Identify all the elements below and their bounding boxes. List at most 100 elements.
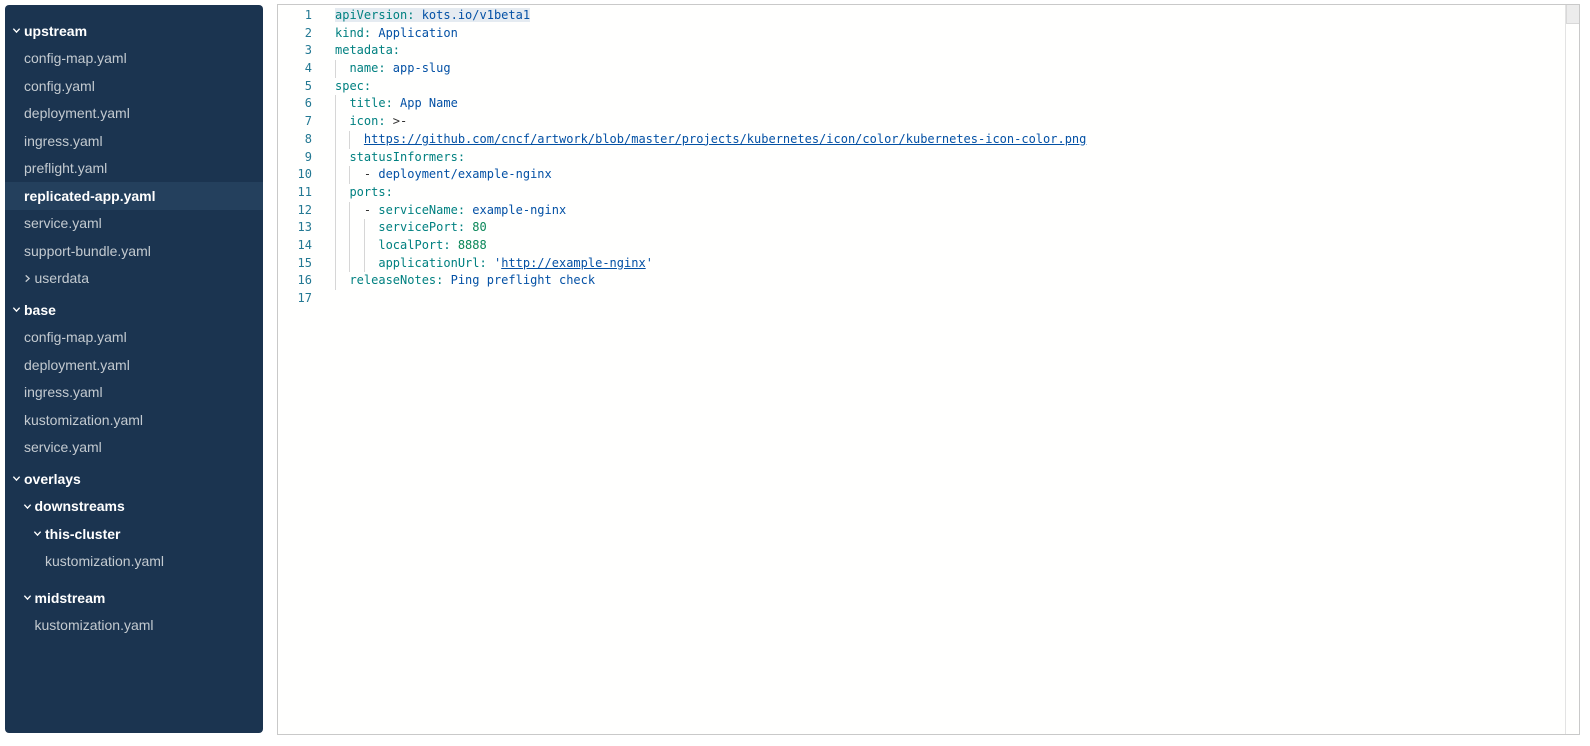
code-line[interactable]: 16 releaseNotes: Ping preflight check (278, 272, 1579, 290)
code-token: kots.io/v1beta1 (414, 8, 530, 22)
line-number: 17 (278, 290, 312, 308)
line-number: 10 (278, 166, 312, 184)
code-token (335, 185, 349, 199)
line-number: 13 (278, 219, 312, 237)
tree-item-upstream[interactable]: upstream (5, 17, 263, 45)
tree-item-preflight-yaml[interactable]: preflight.yaml (5, 155, 263, 183)
tree-item-deployment-yaml[interactable]: deployment.yaml (5, 351, 263, 379)
code-token (335, 273, 349, 287)
tree-item-support-bundle-yaml[interactable]: support-bundle.yaml (5, 237, 263, 265)
code-line[interactable]: 12 - serviceName: example-nginx (278, 202, 1579, 220)
tree-item-kustomization-yaml[interactable]: kustomization.yaml (5, 612, 263, 640)
file-label: replicated-app.yaml (24, 188, 156, 204)
file-label: kustomization.yaml (24, 412, 143, 428)
folder-label: userdata (35, 270, 89, 286)
file-tree-sidebar: upstreamconfig-map.yamlconfig.yamldeploy… (5, 5, 263, 733)
tree-item-service-yaml[interactable]: service.yaml (5, 434, 263, 462)
code-token: >- (386, 114, 408, 128)
tree-item-config-map-yaml[interactable]: config-map.yaml (5, 45, 263, 73)
chevron-down-icon[interactable] (12, 305, 24, 314)
tree-item-ingress-yaml[interactable]: ingress.yaml (5, 127, 263, 155)
code-token: icon: (349, 114, 385, 128)
scrollbar-selection-marker[interactable] (1566, 5, 1579, 24)
code-token: ' (646, 256, 653, 270)
code-token: releaseNotes: (349, 273, 443, 287)
code-line[interactable]: 3metadata: (278, 42, 1579, 60)
code-line[interactable]: 4 name: app-slug (278, 60, 1579, 78)
tree-item-base[interactable]: base (5, 296, 263, 324)
code-line[interactable]: 13 servicePort: 80 (278, 219, 1579, 237)
line-number: 2 (278, 25, 312, 43)
line-number: 4 (278, 60, 312, 78)
line-number: 7 (278, 113, 312, 131)
tree-item-kustomization-yaml[interactable]: kustomization.yaml (5, 406, 263, 434)
tree-item-config-map-yaml[interactable]: config-map.yaml (5, 324, 263, 352)
url-link[interactable]: http://example-nginx (501, 256, 646, 270)
selected-text: apiVersion: kots.io/v1beta1 (335, 8, 530, 22)
folder-label: this-cluster (45, 526, 120, 542)
code-token: metadata: (335, 43, 400, 57)
code-line[interactable]: 5 spec: (278, 78, 1579, 96)
tree-item-this-cluster[interactable]: this-cluster (5, 520, 263, 548)
tree-item-kustomization-yaml[interactable]: kustomization.yaml (5, 548, 263, 576)
yaml-editor[interactable]: 1apiVersion: kots.io/v1beta12kind: Appli… (277, 4, 1580, 735)
line-number: 11 (278, 184, 312, 202)
tree-item-deployment-yaml[interactable]: deployment.yaml (5, 100, 263, 128)
code-line[interactable]: 2kind: Application (278, 25, 1579, 43)
code-token: - (364, 203, 378, 217)
code-token (335, 238, 378, 252)
code-token: kind: (335, 26, 371, 40)
code-token (335, 203, 364, 217)
line-number: 15 (278, 255, 312, 273)
code-token: spec: (335, 79, 371, 93)
folder-label: upstream (24, 23, 87, 39)
tree-item-downstreams[interactable]: downstreams (5, 493, 263, 521)
tree-item-ingress-yaml[interactable]: ingress.yaml (5, 379, 263, 407)
tree-item-replicated-app-yaml[interactable]: replicated-app.yaml (5, 182, 263, 210)
tree-item-config-yaml[interactable]: config.yaml (5, 72, 263, 100)
code-token: name: (349, 61, 385, 75)
code-token (335, 150, 349, 164)
code-token (335, 256, 378, 270)
code-line[interactable]: 14 localPort: 8888 (278, 237, 1579, 255)
code-token (335, 167, 364, 181)
code-token (335, 96, 349, 110)
code-token: servicePort: (378, 220, 465, 234)
code-token: App Name (393, 96, 458, 110)
chevron-down-icon[interactable] (23, 502, 35, 511)
url-link[interactable]: https://github.com/cncf/artwork/blob/mas… (364, 132, 1086, 146)
scrollbar-separator (1565, 5, 1566, 734)
chevron-down-icon[interactable] (12, 474, 24, 483)
file-label: kustomization.yaml (35, 617, 154, 633)
line-number: 12 (278, 202, 312, 220)
code-line[interactable]: 8 https://github.com/cncf/artwork/blob/m… (278, 131, 1579, 149)
line-number: 5 (278, 78, 312, 96)
chevron-down-icon[interactable] (23, 593, 35, 602)
tree-item-service-yaml[interactable]: service.yaml (5, 210, 263, 238)
file-label: deployment.yaml (24, 105, 130, 121)
code-line[interactable]: 9 statusInformers: (278, 149, 1579, 167)
code-token (335, 132, 364, 146)
chevron-down-icon[interactable] (33, 529, 45, 538)
tree-item-midstream[interactable]: midstream (5, 584, 263, 612)
file-label: config-map.yaml (24, 329, 127, 345)
code-token (335, 61, 349, 75)
code-line[interactable]: 15 applicationUrl: 'http://example-nginx… (278, 255, 1579, 273)
file-label: service.yaml (24, 215, 102, 231)
code-line[interactable]: 1apiVersion: kots.io/v1beta1 (278, 7, 1579, 25)
code-line[interactable]: 6 title: App Name (278, 95, 1579, 113)
file-label: ingress.yaml (24, 384, 103, 400)
code-token: statusInformers: (349, 150, 465, 164)
code-line[interactable]: 17 (278, 290, 1579, 308)
tree-item-overlays[interactable]: overlays (5, 465, 263, 493)
code-token: ' (487, 256, 501, 270)
chevron-down-icon[interactable] (12, 26, 24, 35)
code-line[interactable]: 7 icon: >- (278, 113, 1579, 131)
folder-label: overlays (24, 471, 81, 487)
tree-item-userdata[interactable]: userdata (5, 265, 263, 293)
chevron-right-icon[interactable] (23, 274, 35, 283)
file-label: support-bundle.yaml (24, 243, 151, 259)
code-line[interactable]: 11 ports: (278, 184, 1579, 202)
code-line[interactable]: 10 - deployment/example-nginx (278, 166, 1579, 184)
code-content[interactable]: 1apiVersion: kots.io/v1beta12kind: Appli… (278, 5, 1579, 308)
